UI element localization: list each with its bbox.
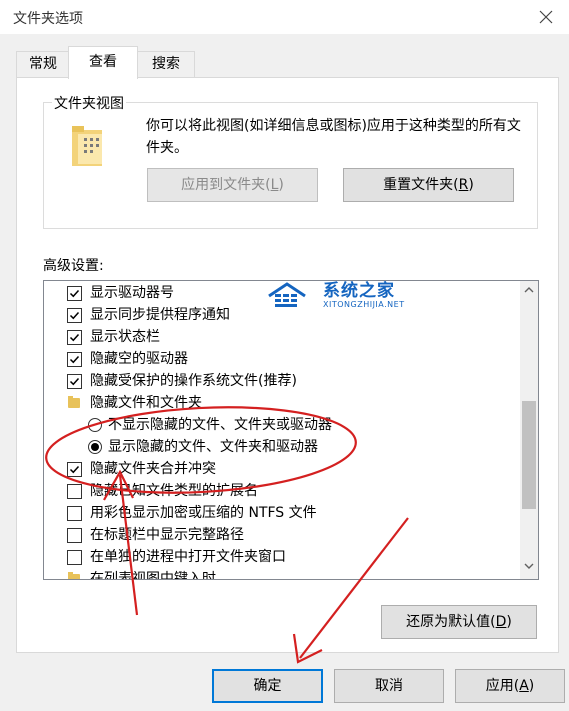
checkbox[interactable] — [67, 330, 82, 345]
folder-view-description: 你可以将此视图(如详细信息或图标)应用于这种类型的所有文件夹。 — [146, 118, 521, 156]
tab-search[interactable]: 搜索 — [137, 51, 195, 77]
checkbox[interactable] — [67, 528, 82, 543]
checkbox[interactable] — [67, 374, 82, 389]
check-icon — [69, 311, 80, 320]
advanced-settings-list[interactable]: 显示驱动器号 显示同步提供程序通知 显示状态栏 隐藏空的驱动器 隐藏受保护的操作… — [43, 280, 539, 580]
folder-view-icon — [72, 126, 102, 166]
watermark-text: 系统之家 — [323, 281, 395, 301]
watermark-subtext: XITONGZHIJIA.NET — [323, 300, 405, 309]
restore-defaults-button[interactable]: 还原为默认值(D) — [381, 605, 537, 639]
list-item-label: 在单独的进程中打开文件夹窗口 — [90, 549, 286, 565]
folder-view-label: 文件夹视图 — [52, 93, 126, 113]
apply-button[interactable]: 应用(A) — [455, 669, 565, 703]
apply-to-folders-suffix: ) — [278, 177, 284, 193]
apply-hotkey: A — [519, 678, 529, 694]
apply-suffix: ) — [528, 678, 535, 694]
list-item-label: 在标题栏中显示完整路径 — [90, 527, 244, 543]
check-icon — [69, 377, 80, 386]
list-item-label: 隐藏受保护的操作系统文件(推荐) — [90, 373, 297, 389]
list-item-label: 显示同步提供程序通知 — [90, 307, 230, 323]
checkbox[interactable] — [67, 506, 82, 521]
check-icon — [69, 333, 80, 342]
folder-icon — [68, 572, 80, 579]
apply-label: 应用( — [485, 678, 520, 694]
list-item-label: 显示隐藏的文件、文件夹和驱动器 — [108, 439, 318, 455]
checkbox[interactable] — [67, 308, 82, 323]
checkbox[interactable] — [67, 286, 82, 301]
watermark-logo: 系统之家 XITONGZHIJIA.NET — [265, 272, 415, 314]
list-item-label: 显示状态栏 — [90, 329, 160, 345]
scroll-down-icon[interactable] — [520, 559, 538, 576]
list-item-label: 隐藏已知文件类型的扩展名 — [90, 483, 258, 499]
scroll-thumb[interactable] — [522, 401, 536, 509]
reset-folders-label: 重置文件夹( — [383, 177, 459, 193]
window-title: 文件夹选项 — [13, 11, 83, 27]
radio-button[interactable] — [88, 418, 102, 432]
list-item-label: 不显示隐藏的文件、文件夹或驱动器 — [108, 417, 332, 433]
restore-defaults-hotkey: D — [495, 614, 507, 630]
checkbox[interactable] — [67, 352, 82, 367]
checkbox[interactable] — [67, 550, 82, 565]
list-item-label: 隐藏空的驱动器 — [90, 351, 188, 367]
list-item-label: 在列表视图中键入时 — [90, 571, 216, 580]
reset-folders-suffix: ) — [468, 177, 474, 193]
list-item-label: 用彩色显示加密或压缩的 NTFS 文件 — [90, 505, 317, 521]
checkbox[interactable] — [67, 484, 82, 499]
restore-defaults-label: 还原为默认值( — [406, 614, 496, 630]
check-icon — [69, 465, 80, 474]
radio-button-selected[interactable] — [88, 440, 102, 454]
title-bar: 文件夹选项 — [0, 0, 569, 34]
tab-view[interactable]: 查看 — [68, 46, 138, 79]
list-item-label: 显示驱动器号 — [90, 285, 174, 301]
list-item-label: 隐藏文件夹合并冲突 — [90, 461, 216, 477]
apply-to-folders-label: 应用到文件夹( — [181, 177, 271, 193]
check-icon — [69, 355, 80, 364]
tab-general[interactable]: 常规 — [16, 51, 70, 77]
watermark-icon — [268, 282, 306, 307]
list-scrollbar[interactable] — [520, 281, 538, 579]
apply-to-folders-button[interactable]: 应用到文件夹(L) — [147, 168, 318, 202]
reset-folders-button[interactable]: 重置文件夹(R) — [343, 168, 514, 202]
advanced-settings-label: 高级设置: — [43, 258, 104, 274]
reset-folders-hotkey: R — [458, 177, 469, 193]
ok-button[interactable]: 确定 — [212, 669, 323, 703]
scroll-up-icon[interactable] — [520, 283, 538, 300]
list-item-label: 隐藏文件和文件夹 — [90, 395, 202, 411]
check-icon — [69, 289, 80, 298]
checkbox[interactable] — [67, 462, 82, 477]
close-icon — [539, 10, 553, 24]
folder-icon — [68, 396, 80, 408]
restore-defaults-suffix: ) — [506, 614, 512, 630]
cancel-button[interactable]: 取消 — [334, 669, 444, 703]
close-button[interactable] — [533, 4, 559, 30]
